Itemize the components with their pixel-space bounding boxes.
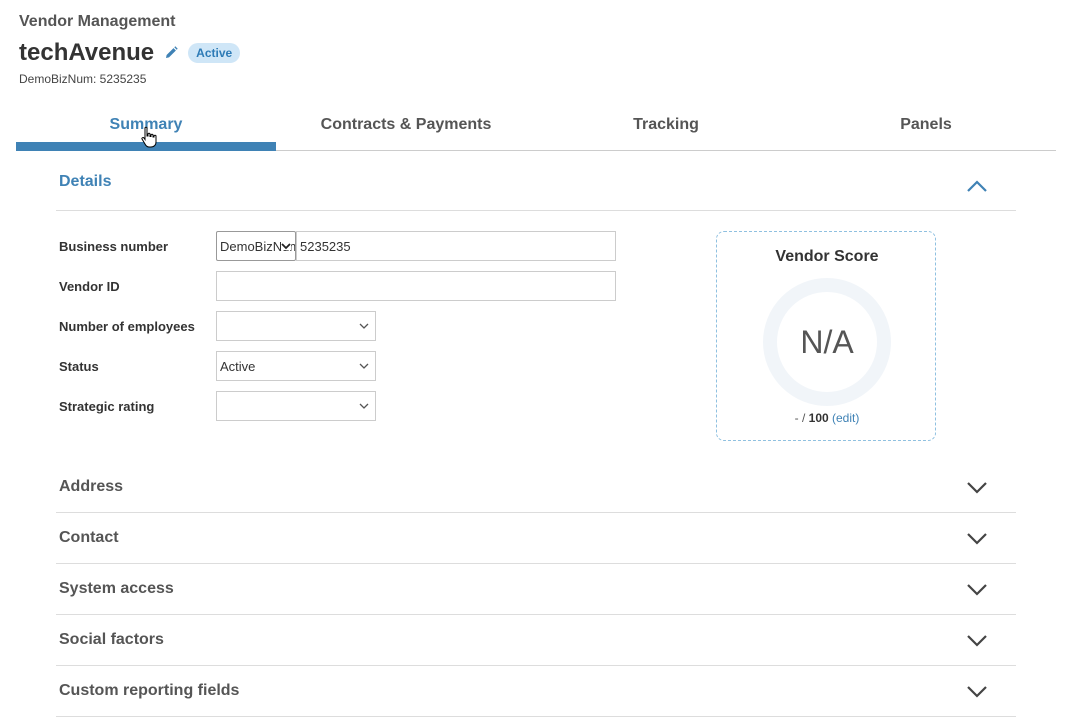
pencil-icon[interactable]: [164, 46, 178, 60]
strategic-rating-label: Strategic rating: [59, 399, 155, 414]
employees-select[interactable]: [216, 311, 376, 341]
status-select[interactable]: Active: [216, 351, 376, 381]
vendor-score-card: Vendor Score N/A - / 100 (edit): [716, 231, 936, 441]
details-section-header[interactable]: Details: [56, 161, 1016, 211]
status-label: Status: [59, 359, 99, 374]
business-number-type-select[interactable]: DemoBizNum: [216, 231, 296, 261]
strategic-rating-select[interactable]: [216, 391, 376, 421]
tab-tracking[interactable]: Tracking: [536, 110, 796, 150]
vendor-score-edit-link[interactable]: (edit): [832, 411, 859, 425]
chevron-down-icon[interactable]: [966, 479, 988, 495]
tab-panels[interactable]: Panels: [796, 110, 1056, 150]
vendor-name: techAvenue: [19, 39, 155, 66]
system-access-section-header[interactable]: System access: [56, 565, 1016, 615]
chevron-down-icon[interactable]: [966, 632, 988, 648]
custom-reporting-fields-section-header[interactable]: Custom reporting fields: [56, 667, 1016, 717]
vendor-score-value: N/A: [800, 324, 854, 360]
business-number-label: Business number: [59, 239, 169, 254]
contact-section-title: Contact: [59, 529, 119, 546]
status-badge: Active: [188, 43, 241, 63]
vendor-score-separator: /: [798, 411, 809, 425]
employees-label: Number of employees: [59, 319, 195, 334]
hand-cursor-icon: [141, 126, 157, 148]
tab-contracts-payments[interactable]: Contracts & Payments: [276, 110, 536, 150]
chevron-down-icon: [281, 242, 291, 250]
details-section-title: Details: [59, 173, 112, 190]
chevron-up-icon[interactable]: [966, 178, 988, 194]
chevron-down-icon: [359, 403, 369, 409]
chevron-down-icon[interactable]: [966, 530, 988, 546]
contact-section-header[interactable]: Contact: [56, 514, 1016, 564]
status-value: Active: [220, 358, 256, 374]
vendor-id-label: Vendor ID: [59, 279, 120, 294]
business-number-caption: DemoBizNum: 5235235: [19, 72, 147, 86]
chevron-down-icon[interactable]: [966, 581, 988, 597]
address-section-title: Address: [59, 478, 124, 495]
breadcrumb: Vendor Management: [19, 13, 176, 30]
tab-bar: Summary Contracts & Payments Tracking Pa…: [16, 110, 1056, 151]
business-number-input[interactable]: 5235235: [296, 231, 616, 261]
chevron-down-icon[interactable]: [966, 683, 988, 699]
vendor-score-max: 100: [808, 411, 829, 425]
custom-reporting-fields-section-title: Custom reporting fields: [59, 682, 240, 699]
system-access-section-title: System access: [59, 580, 174, 597]
chevron-down-icon: [359, 323, 369, 329]
vendor-score-footer: - / 100 (edit): [717, 411, 937, 425]
social-factors-section-title: Social factors: [59, 631, 164, 648]
chevron-down-icon: [359, 363, 369, 369]
address-section-header[interactable]: Address: [56, 463, 1016, 513]
vendor-id-input[interactable]: [216, 271, 616, 301]
social-factors-section-header[interactable]: Social factors: [56, 616, 1016, 666]
vendor-title-row: techAvenue Active: [19, 38, 241, 68]
vendor-score-title: Vendor Score: [775, 248, 879, 265]
